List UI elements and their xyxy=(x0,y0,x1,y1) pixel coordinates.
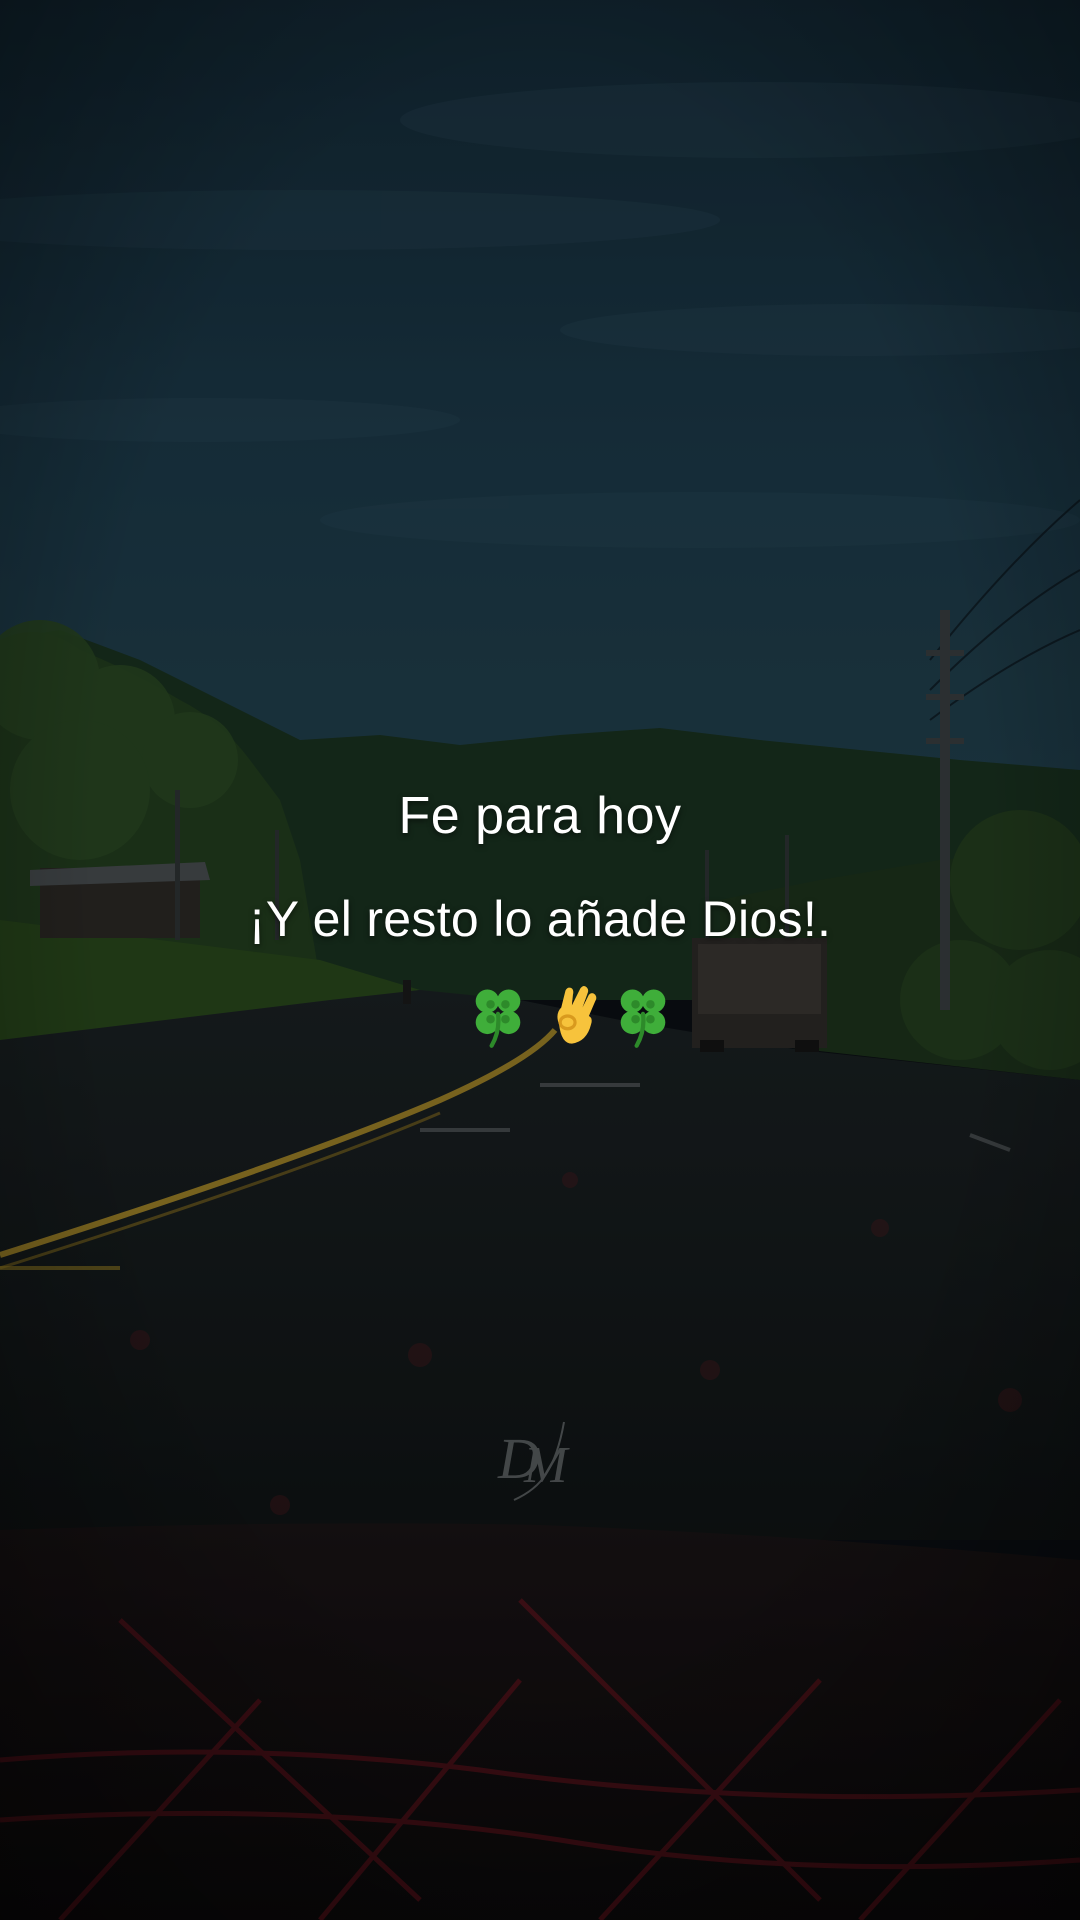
road-background-image xyxy=(0,0,1080,1920)
emoji-row xyxy=(0,982,1080,1054)
four-leaf-clover-icon xyxy=(464,982,532,1050)
svg-text:M: M xyxy=(523,1437,570,1494)
ok-hand-icon xyxy=(540,982,608,1050)
dm-watermark-logo: D M xyxy=(494,1416,578,1506)
four-leaf-clover-icon xyxy=(609,982,677,1050)
caption-subtitle: ¡Y el resto lo añade Dios!. xyxy=(248,891,832,947)
caption-title: Fe para hoy xyxy=(398,787,682,845)
video-frame: Fe para hoy ¡Y el resto lo añade Dios!. xyxy=(0,0,1080,1920)
